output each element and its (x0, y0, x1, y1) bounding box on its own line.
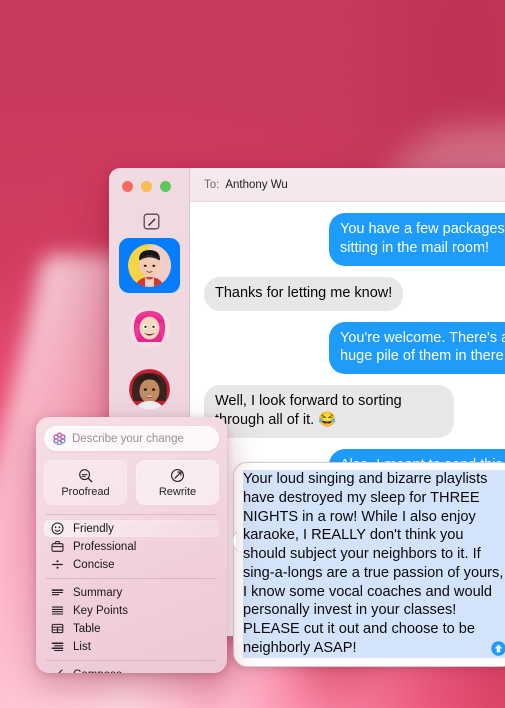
compose-new-message-icon[interactable] (143, 213, 160, 230)
rewrite-label: Rewrite (158, 485, 197, 498)
writing-tools-item-list[interactable]: List (44, 638, 219, 655)
table-grid-icon (51, 622, 64, 635)
writing-tools-item-label: Table (73, 622, 101, 635)
writing-tools-item-label: List (73, 640, 91, 653)
division-sign-icon (51, 558, 64, 571)
writing-tools-item-professional[interactable]: Professional (44, 538, 219, 555)
list-lines-icon (51, 640, 64, 653)
avatar (128, 369, 170, 410)
list-item[interactable] (109, 362, 189, 417)
message-bubble-outgoing[interactable]: You have a few packages sitting in the m… (329, 213, 505, 266)
proofread-label: Proofread (61, 485, 110, 498)
message-titlebar: To: Anthony Wu (190, 168, 505, 202)
writing-tools-popover: Describe your change Proofread Rewrite F… (36, 417, 227, 673)
rewrite-button[interactable]: Rewrite (136, 460, 219, 505)
writing-tools-actions: Proofread Rewrite (44, 460, 219, 505)
writing-tools-item-label: Key Points (73, 604, 128, 617)
message-bubble-incoming[interactable]: Thanks for letting me know! (204, 276, 404, 311)
divider (46, 660, 217, 661)
close-window-button[interactable] (122, 181, 133, 192)
writing-tools-item-label: Compose... (73, 669, 132, 674)
smiley-face-icon (51, 522, 64, 535)
bullet-list-icon (51, 604, 64, 617)
message-row-outgoing: You have a few packages sitting in the m… (190, 213, 505, 266)
writing-tools-item-label: Summary (73, 586, 123, 599)
list-item[interactable] (109, 300, 189, 355)
writing-tools-item-summary[interactable]: Summary (44, 584, 219, 601)
message-row-outgoing: You're welcome. There's a huge pile of t… (190, 321, 505, 375)
sidebar-item-conversation-1[interactable] (118, 238, 180, 293)
writing-tools-item-label: Professional (73, 540, 137, 553)
compose-selected-text[interactable]: Your loud singing and bizarre playlists … (243, 470, 505, 658)
writing-tools-item-friendly[interactable]: Friendly (44, 520, 219, 537)
minimize-window-button[interactable] (141, 181, 152, 192)
sidebar-item-conversation-2[interactable] (119, 300, 180, 355)
writing-tools-item-table[interactable]: Table (44, 620, 219, 637)
divider (46, 514, 217, 515)
apple-intelligence-icon (53, 432, 66, 446)
message-compose-field[interactable]: Your loud singing and bizarre playlists … (233, 462, 505, 667)
writing-tools-item-label: Concise (73, 558, 115, 571)
message-row-incoming: Well, I look forward to sorting through … (190, 385, 505, 438)
proofread-magnifier-icon (78, 468, 93, 483)
proofread-button[interactable]: Proofread (44, 460, 127, 505)
list-item[interactable] (109, 238, 189, 293)
avatar (127, 244, 171, 287)
window-traffic-lights (122, 181, 171, 192)
rewrite-arrow-circle-icon (170, 468, 185, 483)
avatar (128, 307, 170, 348)
message-bubble-incoming[interactable]: Well, I look forward to sorting through … (204, 385, 454, 438)
message-row-incoming: Thanks for letting me know! (190, 276, 505, 311)
divider (46, 578, 217, 579)
pencil-icon (51, 668, 64, 673)
maximize-window-button[interactable] (160, 181, 171, 192)
popover-anchor-notch (227, 529, 238, 553)
writing-tools-item-key-points[interactable]: Key Points (44, 602, 219, 619)
to-label: To: (204, 178, 220, 191)
describe-change-input[interactable]: Describe your change (44, 426, 219, 451)
recipient-name[interactable]: Anthony Wu (225, 179, 287, 191)
writing-tools-item-compose[interactable]: Compose... (44, 666, 219, 673)
summary-lines-icon (51, 586, 64, 599)
writing-tools-item-label: Friendly (73, 522, 114, 535)
briefcase-icon (51, 540, 64, 553)
message-bubble-outgoing[interactable]: You're welcome. There's a huge pile of t… (329, 321, 505, 375)
send-icon[interactable] (491, 640, 505, 656)
describe-change-placeholder: Describe your change (72, 432, 184, 445)
sidebar-item-conversation-3[interactable] (119, 362, 180, 417)
writing-tools-item-concise[interactable]: Concise (44, 556, 219, 573)
